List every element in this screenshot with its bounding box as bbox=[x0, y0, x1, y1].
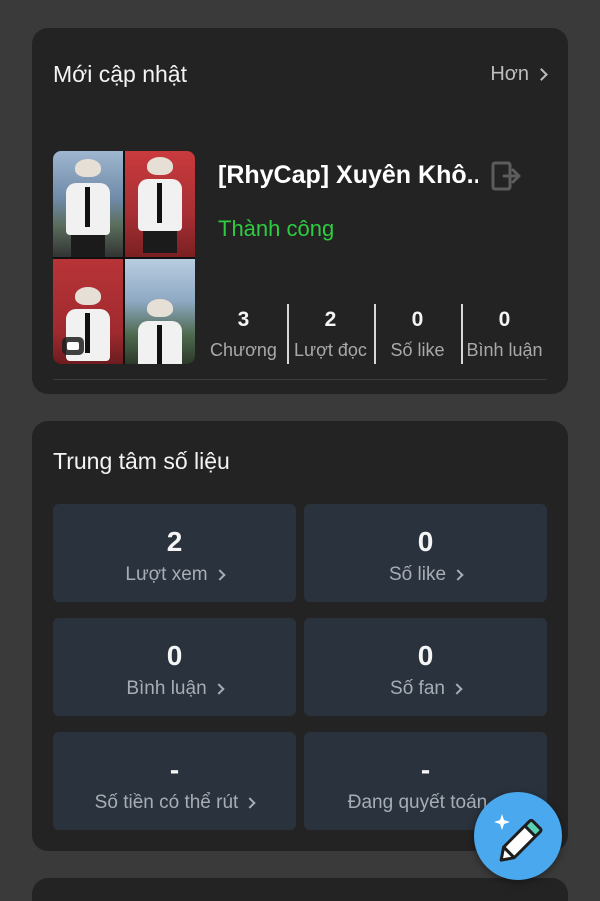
stat-value: 0 bbox=[166, 640, 183, 671]
metric-value: 2 bbox=[324, 308, 337, 331]
stat-label: Đang quyết toán bbox=[347, 792, 488, 813]
metric-comments: 0 Bình luận bbox=[461, 304, 548, 364]
metric-label: Lượt đọc bbox=[294, 340, 367, 360]
stat-value: - bbox=[169, 754, 180, 785]
cover-tile bbox=[125, 258, 195, 364]
comment-icon bbox=[62, 337, 84, 355]
stat-views[interactable]: 2 Lượt xem bbox=[53, 504, 296, 602]
book-title[interactable]: [RhyCap] Xuyên Khô... bbox=[218, 161, 478, 190]
status-badge: Thành công bbox=[218, 216, 335, 241]
recent-updates-card: Mới cập nhật Hơn [RhyCap] Xuyên Khô... T… bbox=[32, 28, 568, 394]
metric-value: 0 bbox=[411, 308, 424, 331]
stats-grid: 2 Lượt xem 0 Số like 0 Bình luận 0 Số fa… bbox=[53, 504, 548, 830]
exit-icon[interactable] bbox=[490, 160, 522, 192]
metric-value: 0 bbox=[498, 308, 511, 331]
chevron-right-icon bbox=[213, 569, 226, 581]
stat-label: Số like bbox=[388, 564, 447, 585]
chevron-right-icon bbox=[452, 569, 464, 581]
stat-value: 0 bbox=[417, 640, 434, 671]
stat-label: Số tiền có thể rút bbox=[94, 792, 239, 813]
metric-chapters: 3 Chương bbox=[200, 304, 287, 364]
stat-label-row: Số fan bbox=[304, 678, 547, 700]
chevron-right-icon bbox=[212, 683, 225, 695]
write-fab-button[interactable] bbox=[474, 792, 562, 880]
stat-withdrawable[interactable]: - Số tiền có thể rút bbox=[53, 732, 296, 830]
recent-updates-title: Mới cập nhật bbox=[53, 61, 187, 87]
stat-label: Lượt xem bbox=[125, 564, 208, 585]
next-card bbox=[32, 878, 568, 901]
metric-label: Bình luận bbox=[466, 340, 543, 360]
stat-label: Bình luận bbox=[126, 678, 207, 699]
cover-tile bbox=[53, 258, 123, 364]
stat-value: 2 bbox=[166, 526, 183, 557]
more-link-label: Hơn bbox=[490, 63, 529, 85]
stat-label: Số fan bbox=[390, 678, 445, 699]
stat-likes[interactable]: 0 Số like bbox=[304, 504, 547, 602]
stat-value: - bbox=[420, 754, 431, 785]
stat-label-row: Bình luận bbox=[53, 678, 296, 700]
chevron-right-icon bbox=[244, 797, 256, 809]
stat-fans[interactable]: 0 Số fan bbox=[304, 618, 547, 716]
metric-value: 3 bbox=[237, 308, 250, 331]
stats-center-title: Trung tâm số liệu bbox=[53, 448, 230, 474]
cover-tile bbox=[125, 151, 195, 257]
divider bbox=[53, 379, 547, 380]
stat-label-row: Số tiền có thể rút bbox=[53, 792, 296, 814]
stat-label-row: Lượt xem bbox=[53, 564, 296, 586]
stat-comments[interactable]: 0 Bình luận bbox=[53, 618, 296, 716]
cover-tile bbox=[53, 151, 123, 257]
stats-center-card: Trung tâm số liệu 2 Lượt xem 0 Số like 0… bbox=[32, 421, 568, 851]
metric-likes: 0 Số like bbox=[374, 304, 461, 364]
stat-value: 0 bbox=[417, 526, 434, 557]
metric-label: Số like bbox=[390, 340, 445, 360]
metric-reads: 2 Lượt đọc bbox=[287, 304, 374, 364]
book-metrics: 3 Chương 2 Lượt đọc 0 Số like 0 Bình luậ… bbox=[200, 304, 548, 364]
more-link[interactable]: Hơn bbox=[490, 63, 548, 86]
pencil-sparkle-icon bbox=[494, 814, 543, 862]
stat-label-row: Số like bbox=[304, 564, 547, 586]
book-cover[interactable] bbox=[53, 151, 195, 364]
chevron-right-icon bbox=[451, 683, 463, 695]
metric-label: Chương bbox=[210, 340, 277, 360]
chevron-right-icon bbox=[535, 68, 548, 81]
